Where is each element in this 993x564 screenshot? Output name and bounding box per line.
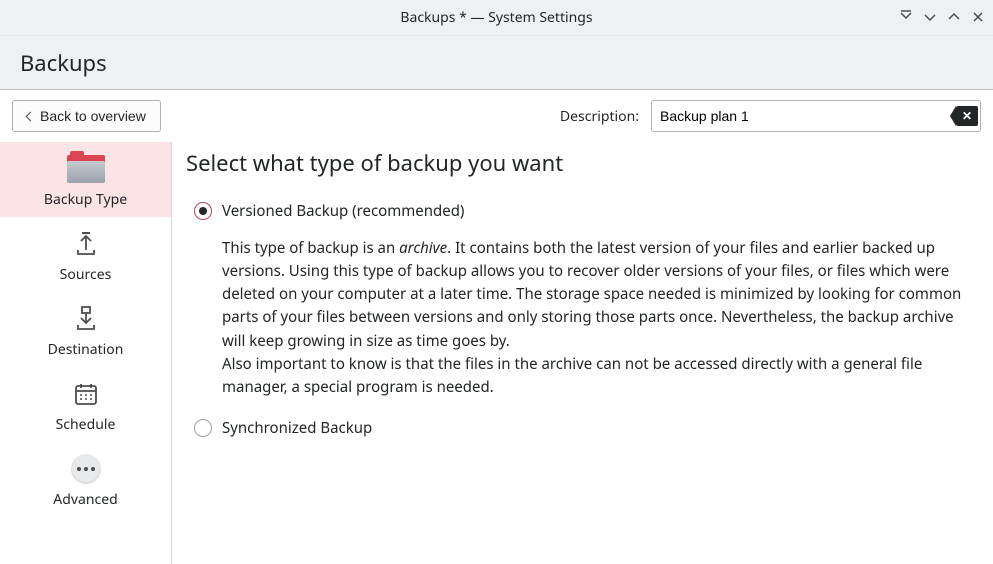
back-to-overview-button[interactable]: Back to overview	[12, 100, 161, 132]
sidebar-item-label: Schedule	[56, 415, 116, 434]
sidebar-item-label: Advanced	[53, 490, 117, 509]
destination-icon	[72, 302, 100, 336]
chevron-left-icon	[26, 111, 36, 121]
toolbar: Back to overview Description: ✕	[0, 90, 993, 142]
radio-versioned[interactable]	[194, 202, 212, 220]
advanced-icon	[71, 452, 101, 486]
main-panel: Select what type of backup you want Vers…	[172, 142, 993, 564]
page-title: Backups	[20, 48, 107, 78]
radio-label-synchronized[interactable]: Synchronized Backup	[222, 417, 372, 440]
sidebar-item-backup-type[interactable]: Backup Type	[0, 142, 171, 217]
sidebar-item-schedule[interactable]: Schedule	[0, 367, 171, 442]
description-field-wrap: ✕	[651, 100, 981, 132]
folder-icon	[67, 152, 105, 186]
schedule-icon	[73, 377, 99, 411]
sidebar-item-label: Sources	[60, 265, 112, 284]
description-label: Description:	[560, 107, 639, 126]
clear-input-button[interactable]: ✕	[956, 106, 978, 126]
main-heading: Select what type of backup you want	[186, 148, 981, 178]
option-synchronized-backup[interactable]: Synchronized Backup	[186, 417, 981, 440]
back-button-label: Back to overview	[40, 108, 146, 124]
content-area: Backup Type Sources Destination	[0, 142, 993, 564]
radio-synchronized[interactable]	[194, 419, 212, 437]
sidebar-item-destination[interactable]: Destination	[0, 292, 171, 367]
sidebar-item-label: Backup Type	[44, 190, 127, 209]
sidebar: Backup Type Sources Destination	[0, 142, 172, 564]
minimize-icon[interactable]	[923, 7, 937, 29]
clear-icon: ✕	[962, 110, 972, 122]
titlebar: Backups * — System Settings	[0, 0, 993, 36]
sidebar-item-label: Destination	[48, 340, 124, 359]
sources-icon	[72, 227, 100, 261]
page-header: Backups	[0, 36, 993, 90]
radio-label-versioned[interactable]: Versioned Backup (recommended)	[222, 200, 464, 223]
sidebar-item-sources[interactable]: Sources	[0, 217, 171, 292]
window-title: Backups * — System Settings	[400, 8, 592, 27]
window-controls	[899, 7, 985, 29]
option-versioned-backup[interactable]: Versioned Backup (recommended)	[186, 200, 981, 223]
maximize-icon[interactable]	[947, 7, 961, 29]
keep-above-icon[interactable]	[899, 7, 913, 29]
description-input[interactable]	[651, 100, 981, 132]
close-icon[interactable]	[971, 7, 985, 29]
sidebar-item-advanced[interactable]: Advanced	[0, 442, 171, 517]
option-versioned-description: This type of backup is an archive. It co…	[222, 237, 981, 400]
